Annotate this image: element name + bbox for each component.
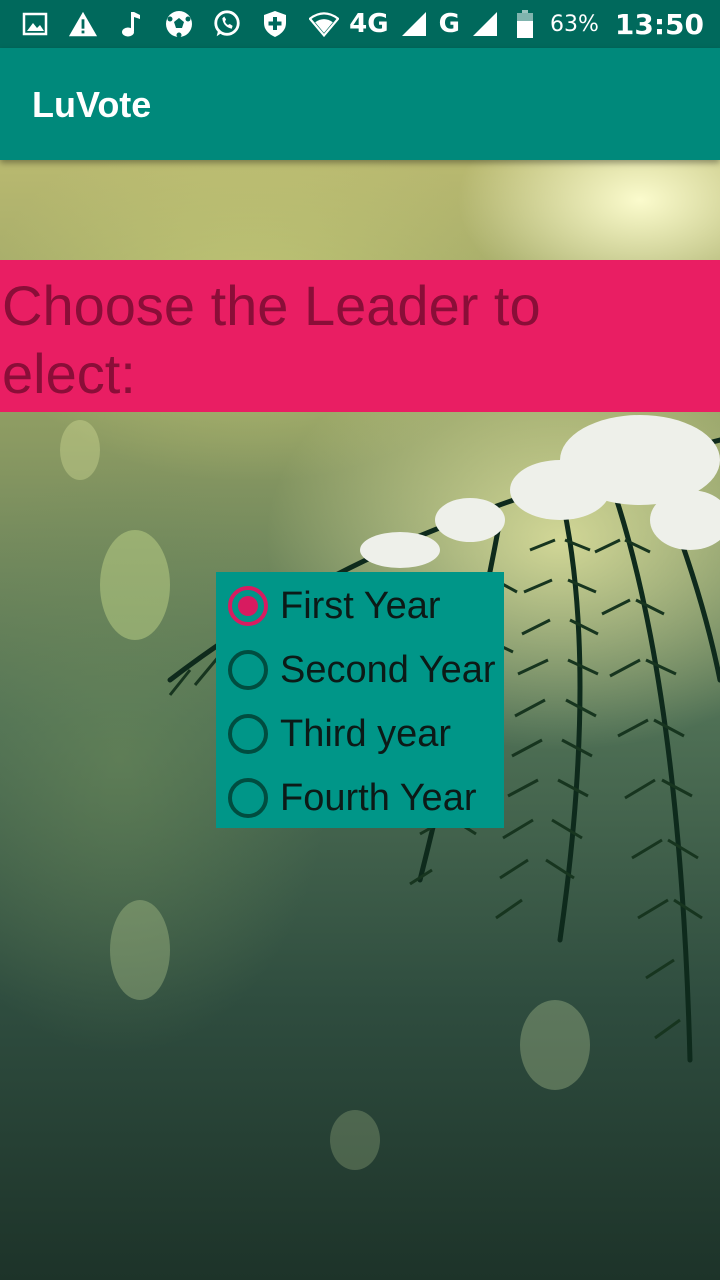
image-icon	[20, 9, 50, 39]
radio-button-unchecked-icon[interactable]	[228, 778, 268, 818]
wifi-icon	[309, 9, 340, 39]
prompt-line-1: Choose the Leader to	[2, 274, 541, 337]
radio-button-checked-icon[interactable]	[228, 586, 268, 626]
year-radio-group: First Year Second Year Third year Fourth…	[216, 572, 504, 828]
radio-button-unchecked-icon[interactable]	[228, 714, 268, 754]
network-type-label: 4G	[349, 9, 389, 39]
warning-icon	[68, 9, 98, 39]
radio-option-second-year[interactable]: Second Year	[216, 638, 504, 702]
radio-label[interactable]: First Year	[280, 585, 441, 628]
radio-option-fourth-year[interactable]: Fourth Year	[216, 766, 504, 830]
music-note-icon	[116, 9, 146, 39]
radio-option-third-year[interactable]: Third year	[216, 702, 504, 766]
radio-label[interactable]: Second Year	[280, 649, 496, 692]
status-bar: 4G G 63% 13:50	[0, 0, 720, 48]
carrier-label: G	[438, 9, 460, 39]
battery-icon	[510, 9, 540, 39]
radio-dot	[238, 596, 258, 616]
radio-label[interactable]: Third year	[280, 713, 451, 756]
soccer-ball-icon	[164, 9, 194, 39]
prompt-line-2: elect:	[2, 342, 136, 405]
app-title: LuVote	[32, 84, 152, 125]
clock: 13:50	[614, 7, 704, 41]
shield-plus-icon	[260, 9, 290, 39]
prompt-banner: Choose the Leader to elect:	[0, 260, 720, 412]
signal-icon	[399, 9, 429, 39]
whatsapp-icon	[212, 9, 242, 39]
radio-button-unchecked-icon[interactable]	[228, 650, 268, 690]
app-bar: LuVote	[0, 48, 720, 160]
signal-icon	[470, 9, 500, 39]
radio-label[interactable]: Fourth Year	[280, 777, 476, 820]
radio-option-first-year[interactable]: First Year	[216, 574, 504, 638]
battery-percent: 63%	[549, 11, 599, 37]
